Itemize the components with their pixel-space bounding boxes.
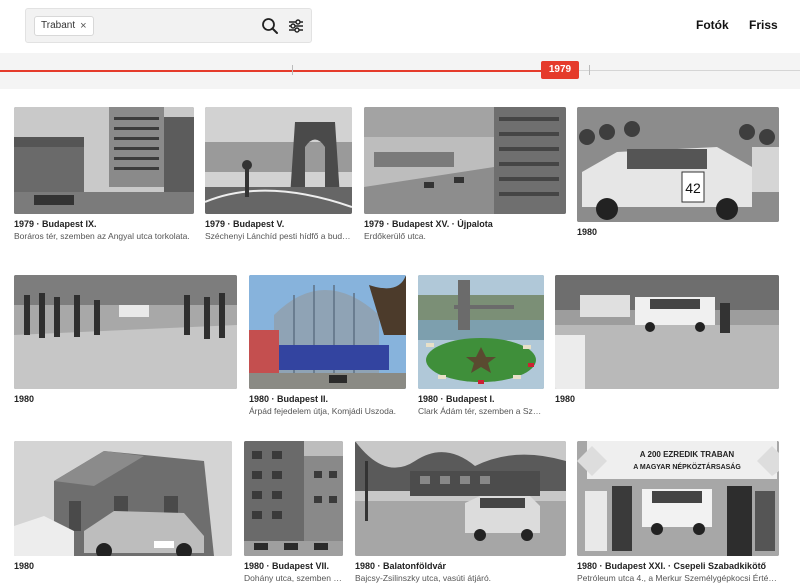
filter-chip-label: Trabant	[41, 20, 76, 31]
car-number-label: 42	[685, 180, 701, 196]
nav-fresh-link[interactable]: Friss	[749, 18, 778, 32]
photo-title: 1980	[577, 227, 598, 237]
timeline-progress	[0, 70, 560, 72]
search-bar[interactable]: Trabant ×	[25, 8, 312, 43]
photo-title: 1980	[14, 394, 35, 404]
photo-caption: Petróleum utca 4., a Merkur Személygépko…	[577, 573, 779, 583]
photo-thumbnail[interactable]	[244, 441, 343, 556]
photo-caption: Árpád fejedelem útja, Komjádi Uszoda.	[249, 406, 396, 416]
top-header: Trabant × Fotók Friss	[0, 0, 800, 52]
close-icon[interactable]: ×	[80, 17, 86, 35]
photo-thumbnail[interactable]: 42	[577, 107, 779, 222]
photo-card[interactable]: A 200 EZREDIK TRABAN A MAGYAR NÉPKÖZTÁRS…	[577, 441, 779, 583]
photo-title: 1980 · Budapest XXI. · Csepeli Szabadkik…	[577, 561, 767, 571]
timeline-year-badge[interactable]: 1979	[541, 61, 579, 79]
photo-card[interactable]: 1979 · Budapest V. Széchenyi Lánchíd pes…	[205, 107, 352, 241]
banner-text-line1: A 200 EZREDIK TRABAN	[640, 450, 735, 459]
photo-card[interactable]: 1980 · Budapest I. Clark Ádám tér, szemb…	[418, 275, 544, 416]
photo-caption: Boráros tér, szemben az Angyal utca tork…	[14, 231, 190, 241]
photo-title: 1980 · Balatonföldvár	[355, 561, 447, 571]
photo-caption: Széchenyi Lánchíd pesti hídfő a budai...	[205, 231, 352, 241]
photo-card[interactable]: 1980	[555, 275, 779, 406]
photo-caption: Clark Ádám tér, szemben a Szé...	[418, 406, 544, 416]
photo-title: 1980 · Budapest II.	[249, 394, 329, 404]
photo-card[interactable]: 1980	[14, 441, 232, 573]
photo-thumbnail[interactable]	[249, 275, 406, 389]
photo-thumbnail[interactable]: A 200 EZREDIK TRABAN A MAGYAR NÉPKÖZTÁRS…	[577, 441, 779, 556]
photo-thumbnail[interactable]	[555, 275, 779, 389]
photo-card[interactable]: 1980 · Balatonföldvár Bajcsy-Zsilinszky …	[355, 441, 566, 583]
photo-card[interactable]: 42 1980	[577, 107, 779, 239]
filter-chip-trabant[interactable]: Trabant ×	[34, 16, 94, 36]
photo-caption: Dohány utca, szemben a...	[244, 573, 343, 583]
photo-thumbnail[interactable]	[418, 275, 544, 389]
photo-thumbnail[interactable]	[14, 441, 232, 556]
photo-title: 1980 · Budapest VII.	[244, 561, 330, 571]
photo-card[interactable]: 1980 · Budapest II. Árpád fejedelem útja…	[249, 275, 406, 416]
photo-title: 1979 · Budapest V.	[205, 219, 285, 229]
timeline-tick	[292, 65, 293, 75]
photo-caption: Erdőkerülő utca.	[364, 231, 426, 241]
photo-title: 1980	[555, 394, 576, 404]
timeline-tick	[589, 65, 590, 75]
filter-sliders-icon[interactable]	[287, 17, 305, 35]
search-input[interactable]	[116, 15, 266, 37]
search-icon[interactable]	[261, 17, 279, 35]
photo-thumbnail[interactable]	[14, 107, 194, 214]
photo-thumbnail[interactable]	[14, 275, 237, 389]
photo-title: 1979 · Budapest XV. · Újpalota	[364, 219, 493, 229]
photo-title: 1980 · Budapest I.	[418, 394, 495, 404]
photo-title: 1980	[14, 561, 35, 571]
photo-thumbnail[interactable]	[355, 441, 566, 556]
photo-card[interactable]: 1979 · Budapest IX. Boráros tér, szemben…	[14, 107, 194, 241]
timeline-track	[560, 70, 800, 71]
photo-card[interactable]: 1979 · Budapest XV. · Újpalota Erdőkerül…	[364, 107, 566, 241]
photo-card[interactable]: 1980 · Budapest VII. Dohány utca, szembe…	[244, 441, 343, 583]
photo-title: 1979 · Budapest IX.	[14, 219, 97, 229]
photo-thumbnail[interactable]	[205, 107, 352, 214]
photo-thumbnail[interactable]	[364, 107, 566, 214]
year-timeline[interactable]: 1979	[0, 53, 800, 89]
photo-card[interactable]: 1980	[14, 275, 237, 406]
photo-caption: Bajcsy-Zsilinszky utca, vasúti átjáró.	[355, 573, 492, 583]
nav-photos-link[interactable]: Fotók	[696, 18, 729, 32]
banner-text-line2: A MAGYAR NÉPKÖZTÁRSASÁG	[633, 462, 741, 471]
